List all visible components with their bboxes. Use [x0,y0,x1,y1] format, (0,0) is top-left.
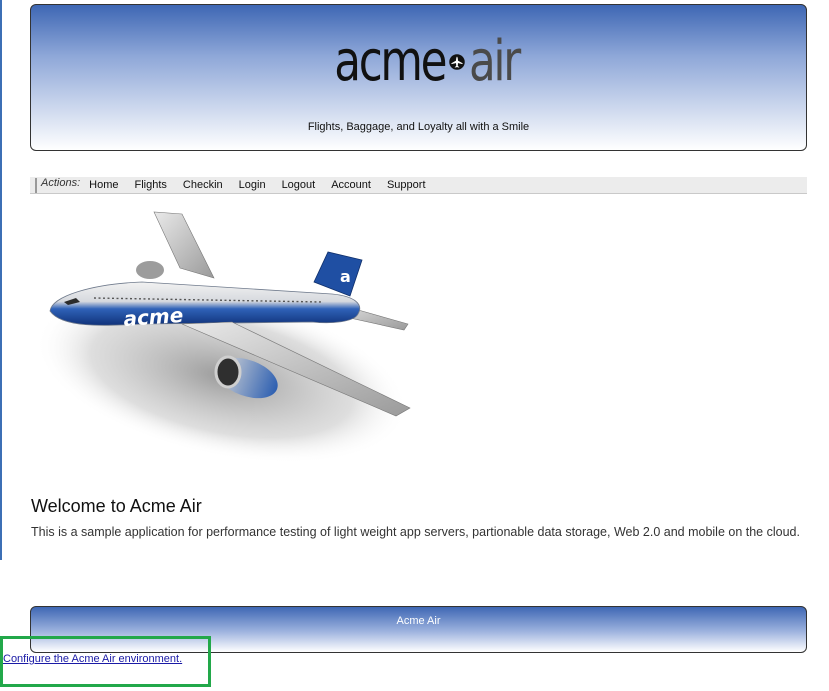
nav-home[interactable]: Home [89,179,118,191]
welcome-description: This is a sample application for perform… [31,525,800,539]
footer-text: Acme Air [396,615,441,627]
logo-text-air: air [469,29,521,94]
highlight-box [0,636,211,687]
logo-text-acme: acme [334,29,447,94]
fuselage-logo-text: acme [123,303,184,331]
nav-login[interactable]: Login [239,179,266,191]
nav-account[interactable]: Account [331,179,371,191]
acme-air-logo: acme air [303,27,533,97]
welcome-title: Welcome to Acme Air [31,496,202,516]
actions-bar: Actions: Home Flights Checkin Login Logo… [30,177,807,194]
tagline: Flights, Baggage, and Loyalty all with a… [307,121,530,133]
tail-logo-text: a [340,267,351,286]
window-edge [0,0,2,560]
airplane-image: a acme [35,211,411,464]
nav-logout[interactable]: Logout [282,179,316,191]
airplane-icon [449,54,465,70]
nav-support[interactable]: Support [387,179,426,191]
nav-flights[interactable]: Flights [134,179,166,191]
nav-checkin[interactable]: Checkin [183,179,223,191]
header-banner: acme air Flights, Baggage, and Loyalty a… [30,4,807,151]
actions-label: Actions: [41,177,81,189]
actions-divider [35,177,37,193]
